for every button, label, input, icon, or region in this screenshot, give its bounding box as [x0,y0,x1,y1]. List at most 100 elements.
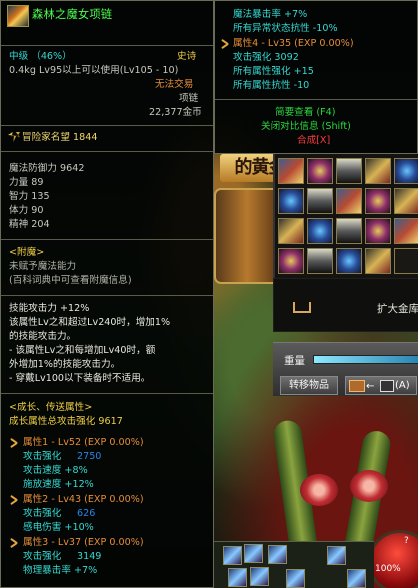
inventory-slot[interactable] [394,188,418,214]
skill-slot[interactable] [347,569,366,588]
growth-total: 成长属性总攻击强化 9617 [9,416,123,427]
weight-bar [313,355,418,364]
skill-slot[interactable] [223,546,242,565]
hp-orb: 100% [368,530,418,588]
skill-slot[interactable] [268,545,287,564]
all-element-boost: 所有属性强化 +15 [233,66,314,77]
skill-attack: 技能攻击力 +12% [9,303,90,314]
skill-attack-detail: 外增加1%的技能攻击力。 [9,359,121,370]
item-tooltip-left: 森林之魔女项链 中级 （46%） 史诗 0.4kg Lv95以上可以使用(Lv1… [0,0,214,588]
item-grade: 中级 （46%） [9,51,72,62]
item-price: 22,377金币 [149,107,202,118]
enchant-status: 未赋予魔法能力 [9,261,77,272]
weight-panel: 重量 转移物品 ← (A) [273,342,418,396]
item-tooltip-right: 魔法暴击率 +7% 所有异常状态抗性 -10% 属性4 - Lv35 (EXP … [214,0,418,154]
flower-right [350,470,388,502]
inventory-slot[interactable] [336,158,362,184]
synthesis-button[interactable]: 合成[X] [297,135,330,147]
swap-button[interactable]: ← (A) [345,376,417,395]
skill-slot[interactable] [286,569,305,588]
skill-slot[interactable] [250,567,269,586]
strength-stat: 力量 89 [9,177,44,188]
inventory-slot[interactable] [394,158,418,184]
skill-bar[interactable] [214,541,374,588]
skill-attack-detail: 的技能攻击力。 [9,331,77,342]
chest-art [214,188,280,284]
item-rarity: 史诗 [177,51,197,62]
inventory-slot[interactable] [278,188,304,214]
skill-slot[interactable] [244,544,263,563]
enchant-header: <附魔> [9,247,45,258]
close-compare-button[interactable]: 关闭对比信息 (Shift) [261,121,351,133]
attribute-icon [9,537,19,547]
inventory-slot[interactable] [365,188,391,214]
inventory-slot[interactable] [307,248,333,274]
divider [215,99,417,100]
simple-view-button[interactable]: 简要查看 (F4) [275,107,336,119]
skill-attack-detail: - 穿戴Lv100以下装备时不适用。 [9,373,151,384]
inventory-slot[interactable] [336,218,362,244]
expand-vault-label: 扩大金库 [377,303,418,315]
adventurer-reputation: 冒险家名望 1844 [22,132,98,143]
flower-left [300,474,338,506]
attribute-icon [9,494,19,504]
growth-attr-1-speed: 攻击速度 +8% [23,465,88,476]
growth-attr-3: 属性3 - Lv37 (EXP 0.00%) [23,537,144,548]
weight-level: 0.4kg Lv95以上可以使用(Lv105 - 10) [9,65,179,76]
vitality-stat: 体力 90 [9,205,44,216]
inventory-slot[interactable] [365,218,391,244]
inventory-slot[interactable] [394,218,418,244]
inventory-slot[interactable] [365,248,391,274]
inventory-slot[interactable] [394,248,418,274]
skill-slot[interactable] [327,546,346,565]
inventory-slot[interactable] [307,188,333,214]
bag-icon [380,380,394,392]
growth-attr-3-attack-label: 攻击强化 [23,551,62,562]
item-name: 森林之魔女项链 [32,8,113,21]
magic-crit: 魔法暴击率 +7% [233,9,308,20]
divider [1,393,213,394]
magic-defense: 魔法防御力 9642 [9,163,85,174]
swap-key-label: (A) [395,380,410,391]
inventory-slot[interactable] [278,158,304,184]
inventory-slot[interactable] [336,248,362,274]
minimap-marker: ? [404,536,409,546]
vault-expand-panel[interactable]: 扩大金库 [273,278,418,332]
chest-icon [349,380,365,392]
enchant-hint: (百科词典中可查看附魔信息) [9,275,132,286]
weight-fill [314,356,418,363]
abnormal-resist: 所有异常状态抗性 -10% [233,23,338,34]
growth-attr-1-cast: 施放速度 +12% [23,479,94,490]
left-arrow-icon: ← [366,381,375,392]
inventory-slot[interactable] [278,218,304,244]
inventory-slot[interactable] [307,218,333,244]
item-type: 项链 [179,93,199,104]
growth-attr-2-damage: 感电伤害 +10% [23,522,94,533]
inventory-slot[interactable] [278,248,304,274]
skill-attack-detail: - 该属性Lv之和每增加Lv40时，额 [9,345,156,356]
skill-attack-detail: 该属性Lv之和超过Lv240时，增加1% [9,317,171,328]
growth-attr-2-attack-label: 攻击强化 [23,508,62,519]
all-element-resist: 所有属性抗性 -10 [233,80,310,91]
intelligence-stat: 智力 135 [9,191,50,202]
adventurer-rank-icon [8,132,20,142]
growth-attr-3-attack-value: 3149 [77,551,102,562]
divider [1,295,213,296]
trade-status: 无法交易 [155,79,194,90]
transfer-items-button[interactable]: 转移物品 [280,376,338,395]
divider [1,125,213,126]
hp-percent: 100% [375,564,401,574]
inventory-slot[interactable] [336,188,362,214]
growth-attr-2: 属性2 - Lv43 (EXP 0.00%) [23,494,144,505]
inventory-grid[interactable] [273,154,418,278]
attribute-icon [220,38,230,48]
inventory-slot[interactable] [365,158,391,184]
divider [1,239,213,240]
right-attr-4: 属性4 - Lv35 (EXP 0.00%) [233,38,354,49]
skill-slot[interactable] [228,568,247,587]
inventory-slot[interactable] [307,158,333,184]
divider [1,151,213,152]
attribute-icon [9,437,19,447]
weight-label: 重量 [284,355,305,367]
growth-attr-1-attack-value: 2750 [77,451,102,462]
